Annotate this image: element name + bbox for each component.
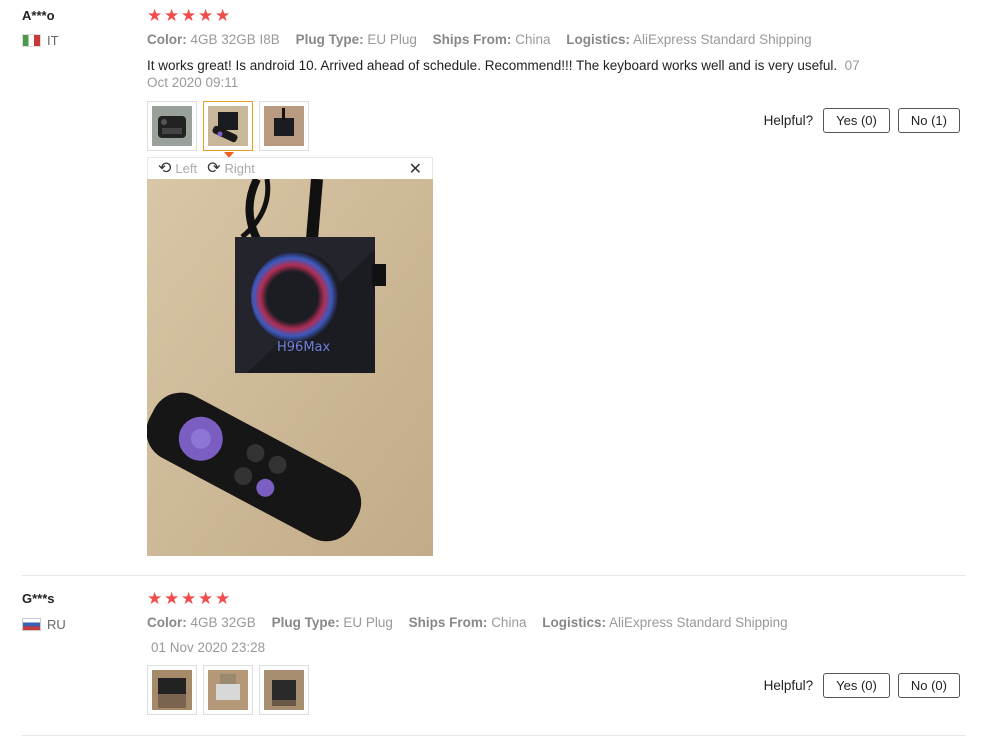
attr-key: Color: [147, 615, 187, 630]
box-photo-thumbnail [208, 670, 248, 710]
reviewer-country: IT [22, 33, 59, 48]
keyboard-photo-thumbnail [152, 106, 192, 146]
country-code: RU [47, 617, 66, 632]
photo-thumbnail[interactable] [147, 101, 197, 151]
star-icon: ★ [164, 589, 180, 608]
country-code: IT [47, 33, 59, 48]
star-rating: ★ ★ ★ ★ ★ [147, 6, 231, 25]
rotate-right-button[interactable]: ⟳ Right [207, 159, 255, 177]
enlarged-review-photo: H96Max [147, 179, 433, 556]
attr-key: Ships From: [408, 615, 488, 630]
reviewer-name: A***o [22, 8, 55, 23]
svg-text:H96Max: H96Max [277, 340, 331, 355]
attr-key: Color: [147, 32, 187, 47]
attr-key: Logistics: [566, 32, 631, 47]
star-icon: ★ [181, 589, 197, 608]
attr-value: AliExpress Standard Shipping [633, 32, 812, 47]
review-divider [22, 575, 966, 576]
attr-value: China [515, 32, 551, 47]
helpful-vote: Helpful? Yes (0) No (1) [764, 108, 960, 133]
attr-key: Ships From: [432, 32, 512, 47]
attr-key: Plug Type: [295, 32, 364, 47]
star-rating: ★ ★ ★ ★ ★ [147, 589, 231, 608]
review-photos [147, 101, 309, 158]
attr-key: Plug Type: [271, 615, 340, 630]
star-icon: ★ [215, 6, 231, 25]
star-icon: ★ [215, 589, 231, 608]
review-body: It works great! Is android 10. Arrived a… [147, 58, 838, 73]
photo-thumbnail[interactable] [203, 665, 253, 715]
flag-italy-icon [22, 34, 41, 47]
star-icon: ★ [147, 6, 163, 25]
photo-thumbnail[interactable] [147, 665, 197, 715]
tvbox-photo-thumbnail [264, 106, 304, 146]
box-photo-thumbnail [264, 670, 304, 710]
close-icon[interactable]: ✕ [409, 159, 422, 179]
review-photos [147, 665, 309, 715]
helpful-yes-button[interactable]: Yes (0) [823, 673, 890, 698]
review-text: It works great! Is android 10. Arrived a… [147, 57, 867, 91]
review-date: 01 Nov 2020 23:28 [151, 640, 266, 655]
helpful-vote: Helpful? Yes (0) No (0) [764, 673, 960, 698]
rotate-right-icon: ⟳ [207, 159, 221, 177]
helpful-no-button[interactable]: No (1) [897, 108, 960, 133]
reviewer-name: G***s [22, 591, 55, 606]
order-attributes: Color: 4GB 32GB Plug Type: EU Plug Ships… [147, 615, 800, 630]
rotate-left-label: Left [175, 161, 198, 176]
helpful-label: Helpful? [763, 678, 814, 693]
reviewer-country: RU [22, 617, 66, 632]
star-icon: ★ [147, 589, 163, 608]
attr-value: 4GB 32GB I8B [190, 32, 280, 47]
rotate-left-button[interactable]: ⟲ Left [158, 159, 198, 177]
rotate-left-icon: ⟲ [158, 159, 172, 177]
star-icon: ★ [164, 6, 180, 25]
photo-thumbnail[interactable] [259, 101, 309, 151]
star-icon: ★ [181, 6, 197, 25]
photo-thumbnail[interactable] [259, 665, 309, 715]
helpful-yes-button[interactable]: Yes (0) [823, 108, 890, 133]
attr-value: AliExpress Standard Shipping [609, 615, 788, 630]
photo-thumbnail-selected[interactable] [203, 101, 253, 158]
box-photo-thumbnail [152, 670, 192, 710]
helpful-no-button[interactable]: No (0) [897, 673, 960, 698]
attr-value: EU Plug [367, 32, 417, 47]
review-divider [22, 735, 966, 736]
helpful-label: Helpful? [763, 113, 814, 128]
attr-value: China [491, 615, 527, 630]
attr-value: EU Plug [343, 615, 393, 630]
tvbox-photo-thumbnail [208, 106, 248, 146]
order-attributes: Color: 4GB 32GB I8B Plug Type: EU Plug S… [147, 32, 824, 47]
star-icon: ★ [198, 589, 214, 608]
attr-key: Logistics: [542, 615, 606, 630]
rotate-right-label: Right [224, 161, 255, 176]
star-icon: ★ [198, 6, 214, 25]
attr-value: 4GB 32GB [190, 615, 256, 630]
photo-viewer-toolbar: ⟲ Left ⟳ Right ✕ [147, 157, 433, 179]
flag-russia-icon [22, 618, 41, 631]
